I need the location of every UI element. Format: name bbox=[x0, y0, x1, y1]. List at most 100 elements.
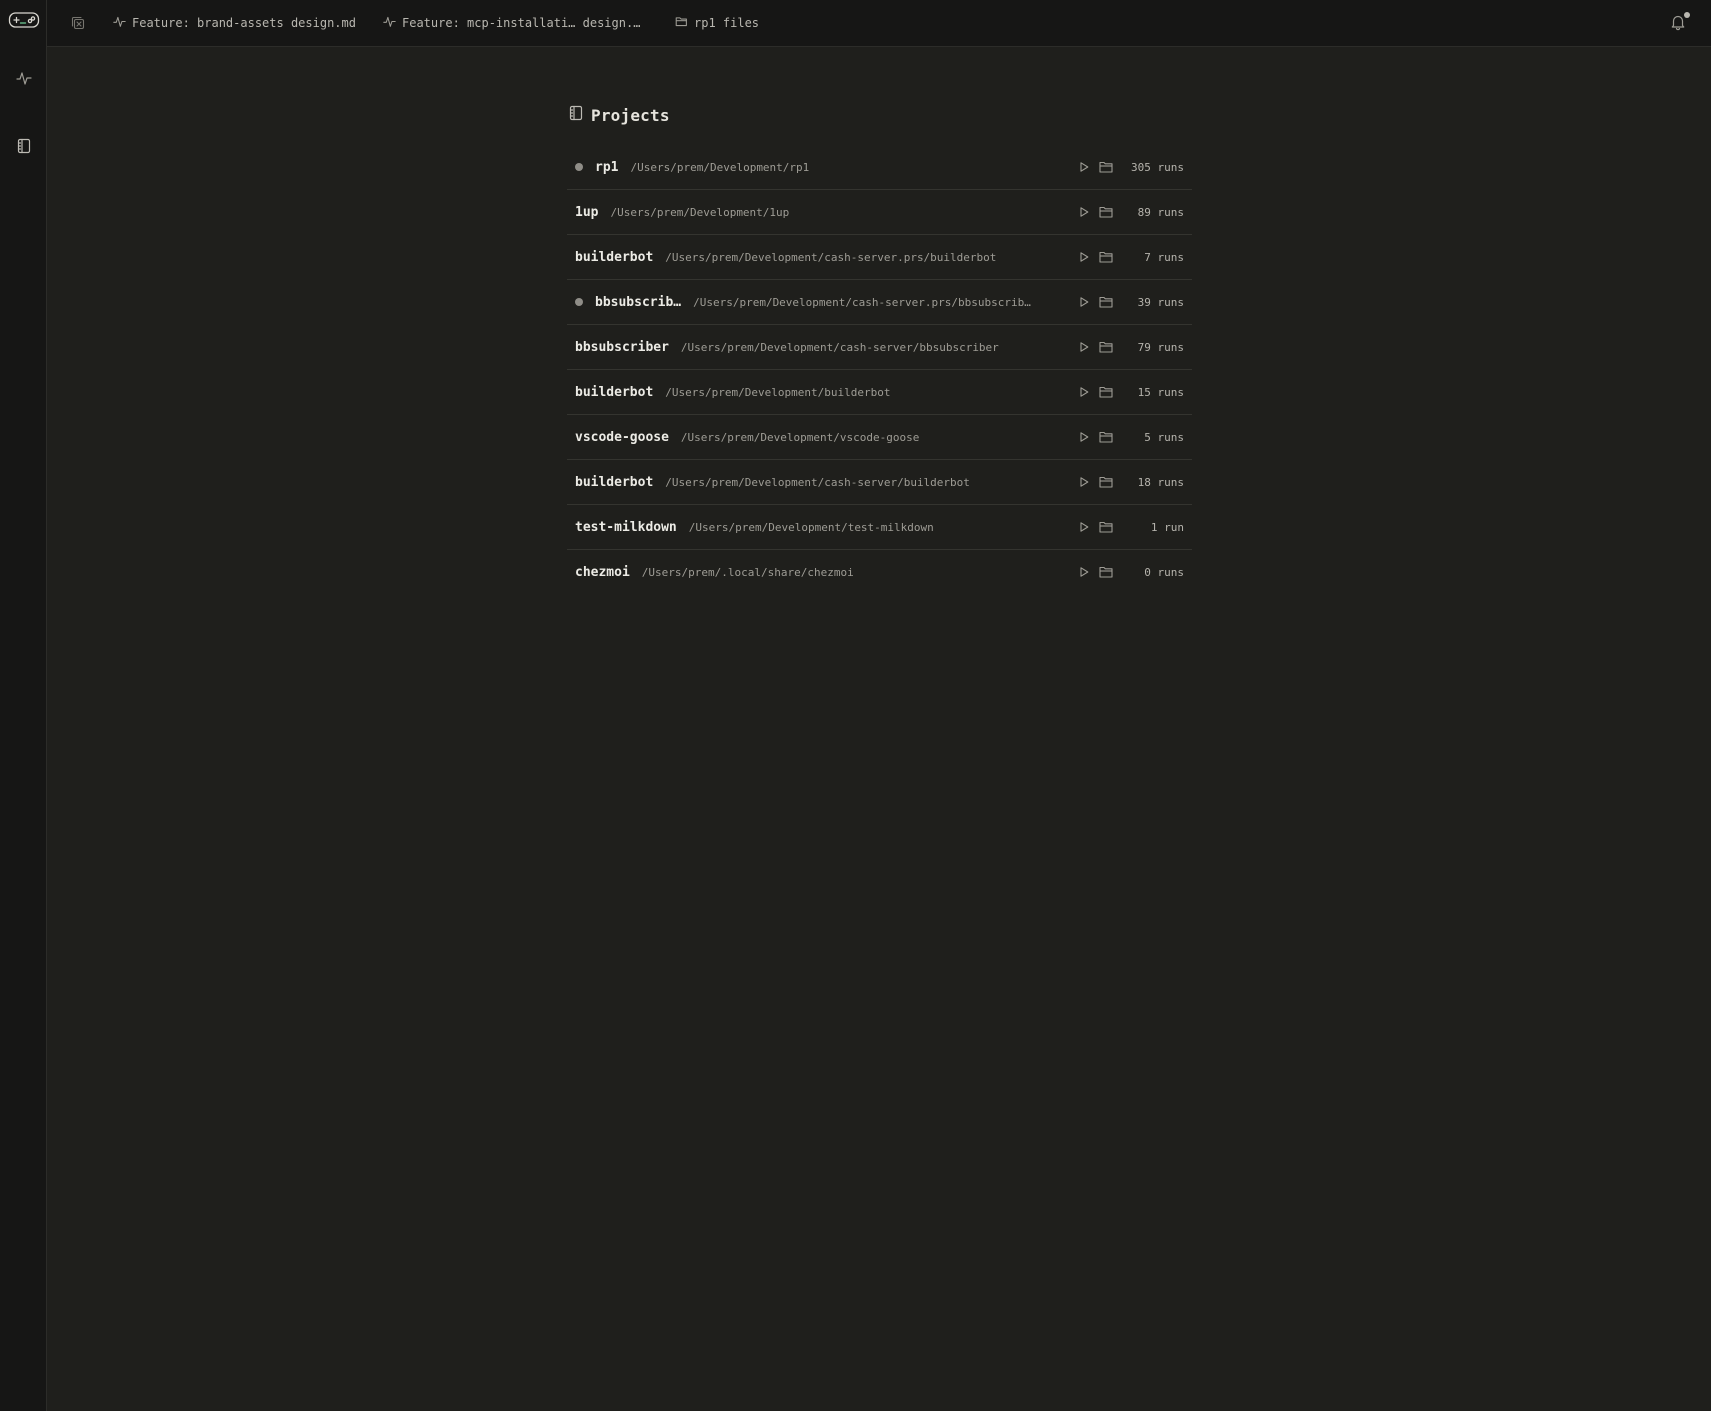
run-count: 1 run bbox=[1150, 520, 1184, 534]
tab-rp1-files[interactable]: rp1 files bbox=[675, 0, 759, 46]
page-title: Projects bbox=[591, 105, 670, 125]
project-name: builderbot bbox=[575, 474, 654, 490]
project-info: builderbot /Users/prem/Development/cash-… bbox=[567, 475, 1064, 490]
project-list: rp1 /Users/prem/Development/rp1 305 runs… bbox=[567, 145, 1192, 594]
project-name: 1up bbox=[575, 204, 599, 220]
project-path: /Users/prem/Development/cash-server/bbsu… bbox=[680, 340, 999, 354]
project-row[interactable]: 1up /Users/prem/Development/1up 89 runs bbox=[567, 190, 1192, 235]
left-rail bbox=[0, 0, 47, 1411]
project-name: test-milkdown bbox=[575, 519, 677, 535]
run-count: 39 runs bbox=[1137, 295, 1184, 309]
project-row[interactable]: test-milkdown /Users/prem/Development/te… bbox=[567, 505, 1192, 550]
project-path: /Users/prem/.local/share/chezmoi bbox=[641, 565, 854, 579]
play-icon[interactable] bbox=[1076, 159, 1092, 175]
project-info: bbsubscrib… /Users/prem/Development/cash… bbox=[567, 295, 1064, 310]
app-window: Feature: brand-assets design.md Feature:… bbox=[0, 0, 1711, 1411]
folder-icon[interactable] bbox=[1098, 339, 1114, 355]
project-row[interactable]: rp1 /Users/prem/Development/rp1 305 runs bbox=[567, 145, 1192, 190]
gamepad-icon[interactable] bbox=[0, 0, 47, 40]
play-icon[interactable] bbox=[1076, 564, 1092, 580]
run-count: 7 runs bbox=[1144, 250, 1184, 264]
run-count: 79 runs bbox=[1137, 340, 1184, 354]
project-name: bbsubscrib… bbox=[595, 294, 682, 310]
run-count: 18 runs bbox=[1137, 475, 1184, 489]
project-row[interactable]: vscode-goose /Users/prem/Development/vsc… bbox=[567, 415, 1192, 460]
tab-bar: Feature: brand-assets design.md Feature:… bbox=[47, 0, 1711, 47]
row-actions bbox=[1076, 339, 1114, 355]
close-tabs-icon[interactable] bbox=[69, 14, 87, 32]
project-path: /Users/prem/Development/cash-server.prs/… bbox=[693, 295, 1031, 309]
project-info: test-milkdown /Users/prem/Development/te… bbox=[567, 520, 1064, 535]
play-icon[interactable] bbox=[1076, 249, 1092, 265]
project-row[interactable]: chezmoi /Users/prem/.local/share/chezmoi… bbox=[567, 550, 1192, 594]
project-path: /Users/prem/Development/builderbot bbox=[665, 385, 891, 399]
row-actions bbox=[1076, 564, 1114, 580]
project-info: vscode-goose /Users/prem/Development/vsc… bbox=[567, 430, 1064, 445]
row-actions bbox=[1076, 249, 1114, 265]
play-icon[interactable] bbox=[1076, 474, 1092, 490]
row-actions bbox=[1076, 474, 1114, 490]
play-icon[interactable] bbox=[1076, 519, 1092, 535]
row-actions bbox=[1076, 384, 1114, 400]
folder-icon[interactable] bbox=[1098, 384, 1114, 400]
run-count: 0 runs bbox=[1144, 565, 1184, 579]
project-row[interactable]: builderbot /Users/prem/Development/cash-… bbox=[567, 460, 1192, 505]
project-path: /Users/prem/Development/vscode-goose bbox=[680, 430, 920, 444]
folder-icon[interactable] bbox=[1098, 474, 1114, 490]
project-name: bbsubscriber bbox=[575, 339, 669, 355]
run-count: 15 runs bbox=[1137, 385, 1184, 399]
tab-brand-assets[interactable]: Feature: brand-assets design.md bbox=[113, 0, 356, 46]
activity-icon[interactable] bbox=[0, 58, 47, 98]
row-actions bbox=[1076, 159, 1114, 175]
play-icon[interactable] bbox=[1076, 204, 1092, 220]
play-icon[interactable] bbox=[1076, 429, 1092, 445]
project-path: /Users/prem/Development/cash-server.prs/… bbox=[665, 250, 997, 264]
project-info: bbsubscriber /Users/prem/Development/cas… bbox=[567, 340, 1064, 355]
folder-icon[interactable] bbox=[1098, 249, 1114, 265]
notebook-icon bbox=[569, 105, 583, 125]
play-icon[interactable] bbox=[1076, 294, 1092, 310]
bell-icon[interactable] bbox=[1669, 12, 1690, 33]
folder-icon[interactable] bbox=[1098, 429, 1114, 445]
folder-icon[interactable] bbox=[1098, 564, 1114, 580]
play-icon[interactable] bbox=[1076, 384, 1092, 400]
main-content: Projects rp1 /Users/prem/Development/rp1… bbox=[47, 47, 1711, 1411]
row-actions bbox=[1076, 294, 1114, 310]
notebook-icon[interactable] bbox=[0, 126, 47, 166]
project-info: chezmoi /Users/prem/.local/share/chezmoi bbox=[567, 565, 1064, 580]
tab-label: Feature: mcp-installati… design.… bbox=[402, 16, 641, 30]
project-path: /Users/prem/Development/rp1 bbox=[630, 160, 810, 174]
active-status-dot bbox=[575, 163, 583, 171]
project-info: builderbot /Users/prem/Development/cash-… bbox=[567, 250, 1064, 265]
run-count: 89 runs bbox=[1137, 205, 1184, 219]
folder-icon[interactable] bbox=[1098, 294, 1114, 310]
active-status-dot bbox=[575, 298, 583, 306]
project-path: /Users/prem/Development/1up bbox=[610, 205, 790, 219]
tab-label: Feature: brand-assets design.md bbox=[132, 16, 356, 30]
run-count: 305 runs bbox=[1131, 160, 1184, 174]
project-row[interactable]: bbsubscriber /Users/prem/Development/cas… bbox=[567, 325, 1192, 370]
row-actions bbox=[1076, 519, 1114, 535]
folder-icon[interactable] bbox=[1098, 159, 1114, 175]
project-name: builderbot bbox=[575, 249, 654, 265]
folder-icon[interactable] bbox=[1098, 204, 1114, 220]
project-name: builderbot bbox=[575, 384, 654, 400]
projects-panel: Projects rp1 /Users/prem/Development/rp1… bbox=[567, 103, 1192, 594]
project-info: builderbot /Users/prem/Development/build… bbox=[567, 385, 1064, 400]
project-name: vscode-goose bbox=[575, 429, 669, 445]
project-path: /Users/prem/Development/test-milkdown bbox=[688, 520, 934, 534]
tab-label: rp1 files bbox=[694, 16, 760, 30]
tab-mcp-installation[interactable]: Feature: mcp-installati… design.… bbox=[383, 0, 640, 46]
project-row[interactable]: bbsubscrib… /Users/prem/Development/cash… bbox=[567, 280, 1192, 325]
folder-icon[interactable] bbox=[1098, 519, 1114, 535]
project-path: /Users/prem/Development/cash-server/buil… bbox=[665, 475, 970, 489]
row-actions bbox=[1076, 429, 1114, 445]
play-icon[interactable] bbox=[1076, 339, 1092, 355]
notification-dot bbox=[1684, 12, 1690, 18]
project-row[interactable]: builderbot /Users/prem/Development/cash-… bbox=[567, 235, 1192, 280]
projects-heading: Projects bbox=[569, 103, 1192, 127]
project-name: chezmoi bbox=[575, 564, 630, 580]
project-info: rp1 /Users/prem/Development/rp1 bbox=[567, 160, 1064, 175]
project-row[interactable]: builderbot /Users/prem/Development/build… bbox=[567, 370, 1192, 415]
activity-icon bbox=[383, 15, 396, 31]
